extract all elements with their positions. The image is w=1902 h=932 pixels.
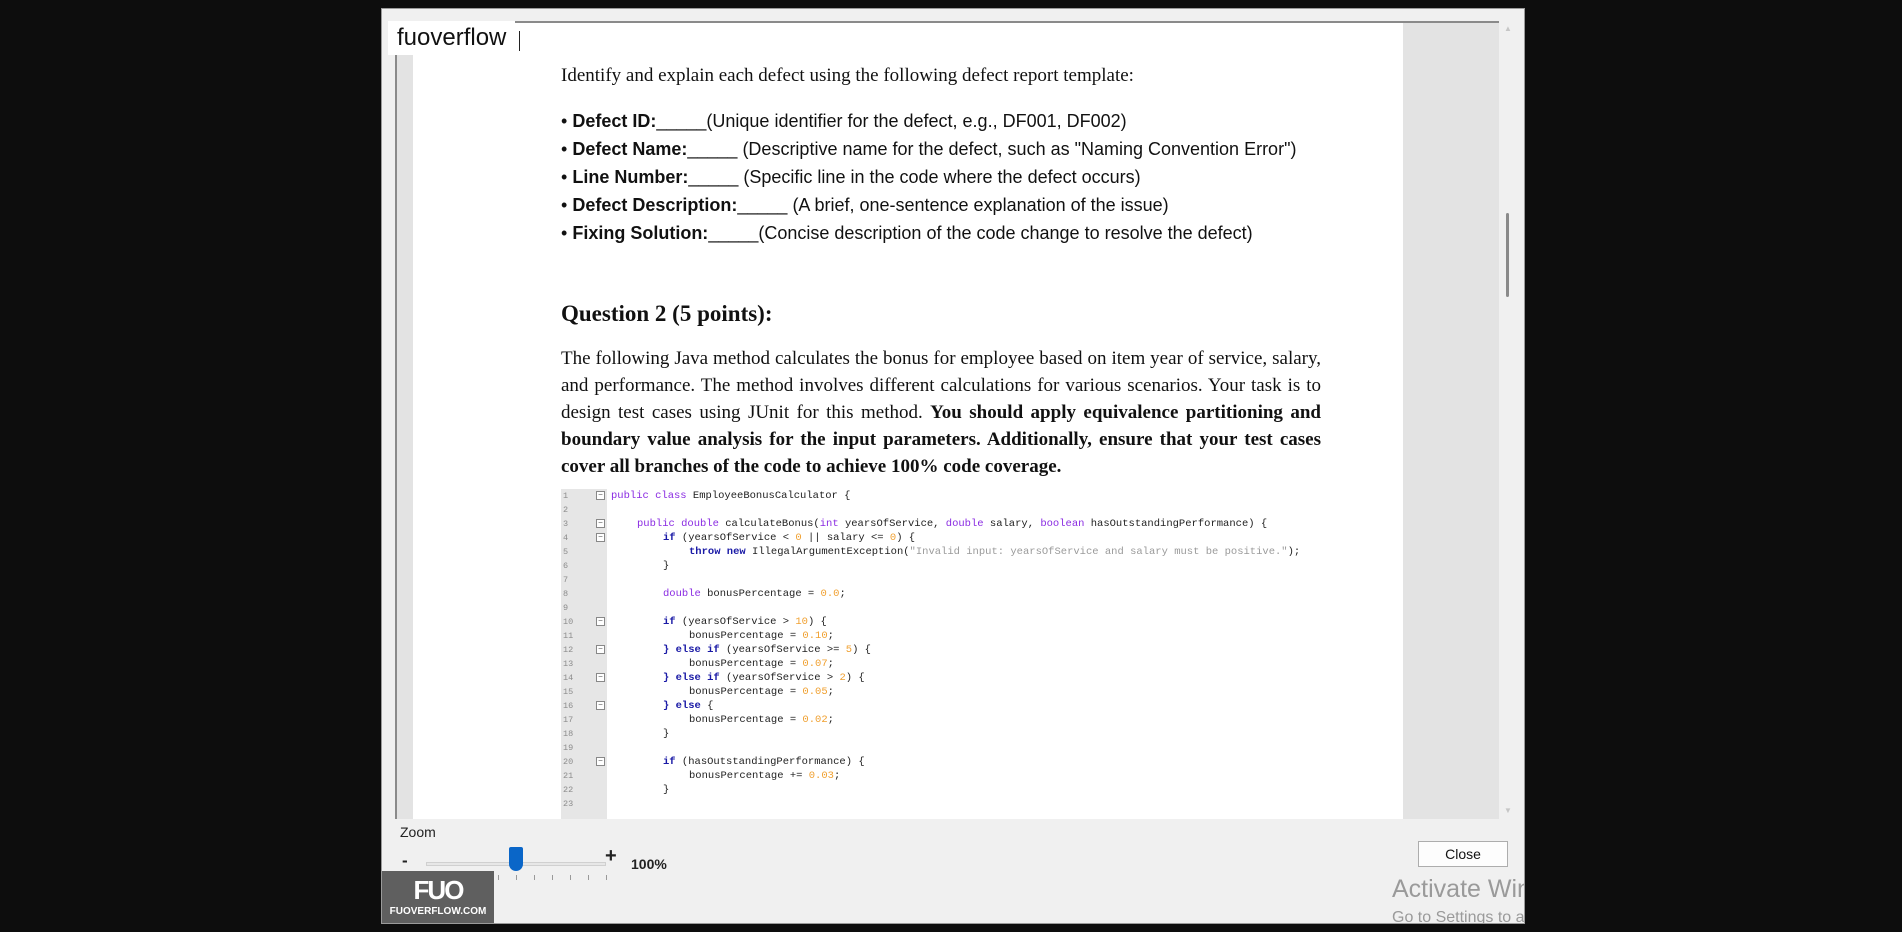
code-line-21: bonusPercentage += 0.03; [689, 770, 841, 782]
line-number: 4 [563, 533, 569, 543]
zoom-tick [534, 875, 535, 880]
code-line-8: double bonusPercentage = 0.0; [663, 588, 846, 600]
logo-text: FUOVERFLOW.COM [389, 906, 487, 917]
defect-template-list: • Defect ID:_____(Unique identifier for … [561, 107, 1321, 247]
line-number: 2 [563, 505, 569, 515]
code-line-4: if (yearsOfService < 0 || salary <= 0) { [663, 532, 916, 544]
image-viewer-window: Identify and explain each defect using t… [381, 8, 1525, 924]
line-number: 21 [563, 771, 574, 781]
zoom-tick [552, 875, 553, 880]
fold-toggle-icon[interactable]: − [596, 673, 605, 682]
window-title-tab: fuoverflow [388, 21, 516, 55]
zoom-out-button[interactable]: - [402, 851, 408, 871]
code-line-15: bonusPercentage = 0.05; [689, 686, 834, 698]
code-line-3: public double calculateBonus(int yearsOf… [637, 518, 1268, 530]
defect-template-intro: Identify and explain each defect using t… [561, 65, 1134, 86]
fold-toggle-icon[interactable]: − [596, 645, 605, 654]
fuoverflow-logo: FUO FUOVERFLOW.COM [382, 871, 494, 923]
line-number: 9 [563, 603, 569, 613]
close-button[interactable]: Close [1418, 841, 1508, 867]
code-line-12: } else if (yearsOfService >= 5) { [663, 644, 871, 656]
logo-mark: FUO [413, 875, 465, 905]
list-item: • Defect Description:_____ (A brief, one… [561, 195, 1169, 215]
list-item: • Fixing Solution:_____(Concise descript… [561, 223, 1253, 243]
field-label: Fixing Solution: [572, 223, 709, 243]
line-number: 22 [563, 785, 574, 795]
line-number: 6 [563, 561, 569, 571]
fold-toggle-icon[interactable]: − [596, 617, 605, 626]
zoom-tick [498, 875, 499, 880]
line-number: 14 [563, 673, 574, 683]
line-number: 19 [563, 743, 574, 753]
watermark-subtitle: Go to Settings to activate Windows. [1392, 909, 1525, 924]
code-line-5: throw new IllegalArgumentException("Inva… [689, 546, 1301, 558]
zoom-tick [606, 875, 607, 880]
code-line-17: bonusPercentage = 0.02; [689, 714, 834, 726]
code-screenshot: 1 2 3 4 5 6 7 8 9 10 11 12 13 14 15 16 17 18 19 20 21 22 23− − −… [561, 489, 1321, 819]
field-label: Line Number: [572, 167, 689, 187]
watermark-title: Activate Windows [1392, 875, 1524, 903]
document-page: Identify and explain each defect using t… [413, 23, 1403, 819]
code-line-13: bonusPercentage = 0.07; [689, 658, 834, 670]
question-title: Question 2 (5 points): [561, 301, 773, 326]
code-line-11: bonusPercentage = 0.10; [689, 630, 834, 642]
line-number: 16 [563, 701, 574, 711]
scroll-thumb[interactable] [1506, 213, 1509, 297]
zoom-label: Zoom [400, 824, 436, 840]
fold-toggle-icon[interactable]: − [596, 701, 605, 710]
activate-windows-watermark: Activate Windows Go to Settings to activ… [1392, 871, 1525, 924]
document-viewport[interactable]: Identify and explain each defect using t… [395, 21, 1499, 819]
line-number: 8 [563, 589, 569, 599]
code-line-18: } [663, 728, 670, 740]
line-number: 7 [563, 575, 569, 585]
zoom-in-button[interactable]: + [605, 845, 617, 868]
code-line-1: public class EmployeeBonusCalculator { [611, 490, 851, 502]
text-caret [519, 31, 520, 51]
line-number: 12 [563, 645, 574, 655]
scroll-down-icon[interactable]: ▼ [1500, 803, 1516, 819]
fold-toggle-icon[interactable]: − [596, 519, 605, 528]
field-label: Defect Name: [572, 139, 688, 159]
vertical-scrollbar[interactable]: ▲ ▼ [1500, 21, 1516, 819]
line-number: 23 [563, 799, 574, 809]
line-number: 13 [563, 659, 574, 669]
code-line-10: if (yearsOfService > 10) { [663, 616, 827, 628]
zoom-value: 100% [631, 856, 667, 872]
zoom-slider-thumb[interactable] [509, 847, 523, 871]
fold-toggle-icon[interactable]: − [596, 491, 605, 500]
zoom-tick [570, 875, 571, 880]
zoom-tick [588, 875, 589, 880]
line-number: 20 [563, 757, 574, 767]
line-number: 11 [563, 631, 574, 641]
line-number: 1 [563, 491, 569, 501]
code-line-6: } [663, 560, 670, 572]
list-item: • Defect ID:_____(Unique identifier for … [561, 111, 1127, 131]
line-number: 3 [563, 519, 569, 529]
code-line-14: } else if (yearsOfService > 2) { [663, 672, 865, 684]
list-item: • Defect Name:_____ (Descriptive name fo… [561, 139, 1297, 159]
code-gutter: 1 2 3 4 5 6 7 8 9 10 11 12 13 14 15 16 17 18 19 20 21 22 23− − −… [561, 489, 607, 819]
fold-toggle-icon[interactable]: − [596, 533, 605, 542]
code-line-20: if (hasOutstandingPerformance) { [663, 756, 865, 768]
line-number: 5 [563, 547, 569, 557]
field-label: Defect ID: [572, 111, 657, 131]
code-line-22: } [663, 784, 670, 796]
zoom-tick [516, 875, 517, 880]
line-number: 10 [563, 617, 574, 627]
code-line-16: } else { [663, 700, 714, 712]
line-number: 17 [563, 715, 574, 725]
question-body: The following Java method calculates the… [561, 348, 1321, 477]
line-number: 15 [563, 687, 574, 697]
list-item: • Line Number:_____ (Specific line in th… [561, 167, 1141, 187]
line-number: 18 [563, 729, 574, 739]
field-label: Defect Description: [572, 195, 738, 215]
scroll-up-icon[interactable]: ▲ [1500, 21, 1516, 37]
fold-toggle-icon[interactable]: − [596, 757, 605, 766]
